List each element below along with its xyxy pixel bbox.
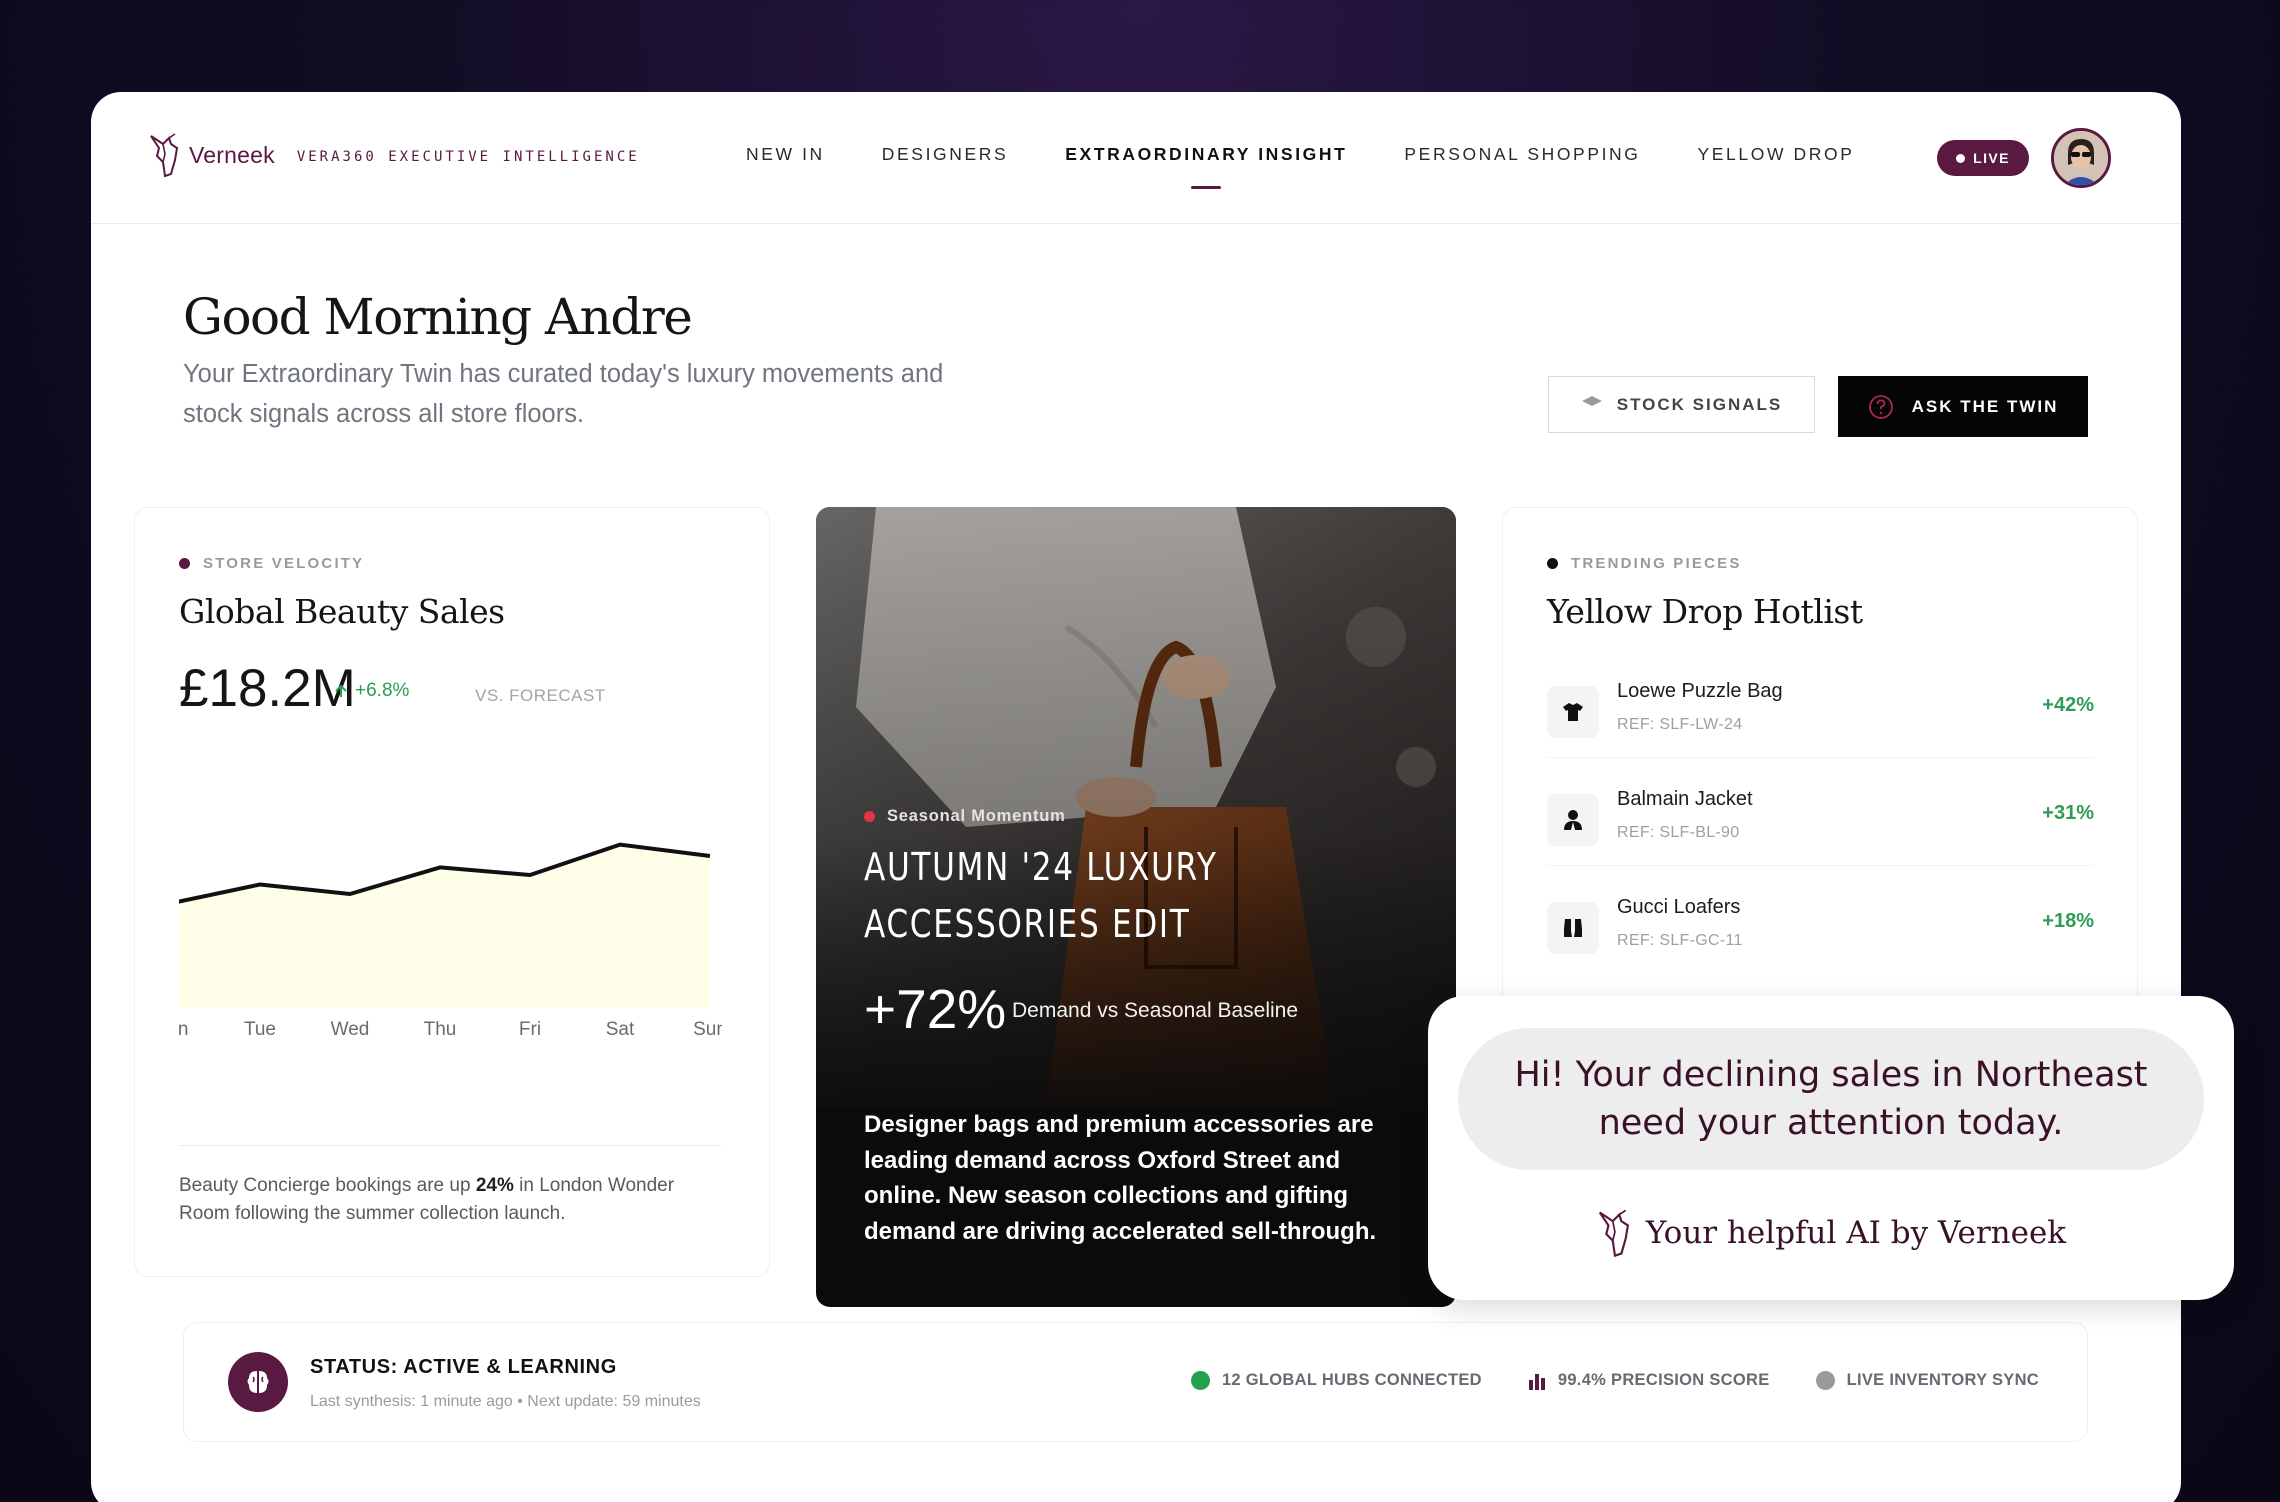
velocity-value: £18.2M	[179, 659, 356, 718]
live-label: LIVE	[1973, 150, 2010, 166]
hotlist-item-change: +18%	[2042, 910, 2094, 932]
hotlist-item[interactable]: Balmain Jacket REF: SLF-BL-90 +31%	[1547, 776, 2094, 866]
hotlist-eyebrow: TRENDING PIECES	[1547, 555, 1742, 572]
velocity-vs-label: VS. FORECAST	[475, 686, 606, 705]
hero-stat: +72%	[864, 978, 1007, 1040]
person-icon	[1547, 794, 1599, 846]
hotlist-dot-icon	[1547, 558, 1558, 569]
unicorn-logo-icon	[1598, 1209, 1629, 1258]
velocity-note-prefix: Beauty Concierge bookings are up	[179, 1175, 476, 1196]
store-velocity-card: STORE VELOCITY Global Beauty Sales £18.2…	[134, 507, 770, 1277]
x-tick-label: Thu	[424, 1019, 457, 1038]
hero-eyebrow: Seasonal Momentum	[864, 807, 1066, 826]
hotlist-item-name: Gucci Loafers	[1617, 896, 1741, 918]
nav-item-personal-shopping[interactable]: PERSONAL SHOPPING	[1404, 144, 1640, 165]
status-metric-label: LIVE INVENTORY SYNC	[1846, 1371, 2039, 1389]
hotlist-item[interactable]: Loewe Puzzle Bag REF: SLF-LW-24 +42%	[1547, 668, 2094, 758]
hotlist-item-ref: REF: SLF-GC-11	[1617, 932, 1743, 949]
nav-item-yellow-drop[interactable]: YELLOW DROP	[1698, 144, 1855, 165]
main-nav: NEW IN DESIGNERS EXTRAORDINARY INSIGHT P…	[746, 144, 1911, 165]
ask-the-twin-label: ASK THE TWIN	[1911, 396, 2059, 416]
layers-icon	[1581, 395, 1602, 406]
hotlist-item-name: Loewe Puzzle Bag	[1617, 680, 1783, 702]
hotlist-item-change: +31%	[2042, 802, 2094, 824]
velocity-note: Beauty Concierge bookings are up 24% in …	[179, 1172, 722, 1228]
brand-name: Verneek	[189, 141, 275, 168]
velocity-divider	[179, 1145, 722, 1146]
greeting-subtitle: Your Extraordinary Twin has curated toda…	[183, 360, 944, 428]
velocity-dot-icon	[179, 558, 190, 569]
x-tick-label: Mon	[179, 1019, 188, 1038]
velocity-note-highlight: 24%	[475, 1175, 514, 1196]
status-metric-inventory: LIVE INVENTORY SYNC	[1815, 1371, 2039, 1390]
greeting-title: Good Morning Andre	[183, 288, 693, 346]
hotlist-item[interactable]: Gucci Loafers REF: SLF-GC-11 +18%	[1547, 884, 2094, 974]
hero-red-dot-icon	[864, 811, 875, 822]
hotlist-title: Yellow Drop Hotlist	[1547, 592, 1863, 631]
status-metrics: 12 GLOBAL HUBS CONNECTED 99.4% PRECISION…	[1145, 1371, 2039, 1390]
green-dot-icon	[1190, 1371, 1210, 1390]
hero-title: AUTUMN '24 LUXURY ACCESSORIES EDIT	[864, 845, 1218, 946]
velocity-eyebrow-label: STORE VELOCITY	[203, 555, 365, 572]
velocity-change: +6.8%	[333, 680, 409, 702]
velocity-area-chart: Mon Tue Wed Thu Fri Sat Sun	[179, 842, 722, 1038]
velocity-title: Global Beauty Sales	[179, 592, 505, 631]
stock-signals-label: STOCK SIGNALS	[1616, 394, 1783, 414]
top-header: Verneek VERA360 EXECUTIVE INTELLIGENCE N…	[91, 92, 2181, 224]
stock-signals-button[interactable]: STOCK SIGNALS	[1548, 376, 1815, 433]
ai-signature: Your helpful AI by Verneek	[1428, 1206, 2234, 1260]
live-badge: LIVE	[1937, 140, 2029, 176]
velocity-eyebrow: STORE VELOCITY	[179, 555, 364, 572]
grey-dot-icon	[1815, 1371, 1835, 1390]
velocity-change-value: +6.8%	[355, 680, 410, 701]
nav-item-designers[interactable]: DESIGNERS	[882, 144, 1008, 165]
brain-icon	[228, 1352, 288, 1412]
unicorn-logo-icon	[150, 133, 179, 178]
status-metric-label: 12 GLOBAL HUBS CONNECTED	[1221, 1371, 1482, 1389]
boots-icon	[1547, 902, 1599, 954]
trending-pieces-card: TRENDING PIECES Yellow Drop Hotlist Loew…	[1502, 507, 2138, 1027]
hero-eyebrow-label: Seasonal Momentum	[887, 807, 1066, 825]
status-metric-label: 99.4% PRECISION SCORE	[1557, 1371, 1770, 1389]
x-tick-label: Sat	[606, 1019, 635, 1038]
hotlist-item-name: Balmain Jacket	[1617, 788, 1753, 810]
hotlist-eyebrow-label: TRENDING PIECES	[1571, 555, 1742, 572]
live-dot-icon	[1956, 153, 1966, 163]
nav-item-new-in[interactable]: NEW IN	[746, 144, 825, 165]
x-tick-label: Wed	[331, 1019, 370, 1038]
status-metric-hubs: 12 GLOBAL HUBS CONNECTED	[1190, 1371, 1482, 1390]
nav-item-extraordinary-insight[interactable]: EXTRAORDINARY INSIGHT	[1065, 144, 1347, 165]
question-circle-icon	[1868, 394, 1893, 419]
bar-chart-icon	[1528, 1373, 1545, 1390]
hero-stat-label: Demand vs Seasonal Baseline	[1012, 999, 1299, 1022]
hotlist-item-ref: REF: SLF-LW-24	[1617, 716, 1743, 733]
arrow-up-icon	[335, 684, 347, 697]
x-tick-label: Fri	[519, 1019, 541, 1038]
hero-body: Designer bags and premium accessories ar…	[864, 1111, 1377, 1245]
status-title: STATUS: ACTIVE & LEARNING	[310, 1356, 617, 1378]
user-avatar[interactable]	[2051, 128, 2111, 188]
hotlist-item-change: +42%	[2042, 694, 2094, 716]
x-tick-label: Tue	[244, 1019, 276, 1038]
brand-subtitle: VERA360 EXECUTIVE INTELLIGENCE	[296, 149, 640, 165]
ask-the-twin-button[interactable]: ASK THE TWIN	[1838, 376, 2088, 437]
ai-message-bubble: Hi! Your declining sales in Northeast ne…	[1458, 1028, 2204, 1170]
avatar-portrait-icon	[2054, 131, 2108, 185]
status-subtitle: Last synthesis: 1 minute ago • Next upda…	[310, 1393, 701, 1410]
status-metric-precision: 99.4% PRECISION SCORE	[1528, 1371, 1770, 1390]
brand-logo[interactable]: Verneek VERA360 EXECUTIVE INTELLIGENCE	[149, 130, 640, 180]
hotlist-item-ref: REF: SLF-BL-90	[1617, 824, 1740, 841]
seasonal-momentum-hero[interactable]: Seasonal Momentum AUTUMN '24 LUXURY ACCE…	[816, 507, 1456, 1307]
ai-assistant-popup[interactable]: Hi! Your declining sales in Northeast ne…	[1428, 996, 2234, 1300]
shirt-icon	[1547, 686, 1599, 738]
status-bar: STATUS: ACTIVE & LEARNING Last synthesis…	[183, 1322, 2088, 1442]
ai-signature-text: Your helpful AI by Verneek	[1645, 1215, 2067, 1251]
x-tick-label: Sun	[693, 1019, 722, 1038]
